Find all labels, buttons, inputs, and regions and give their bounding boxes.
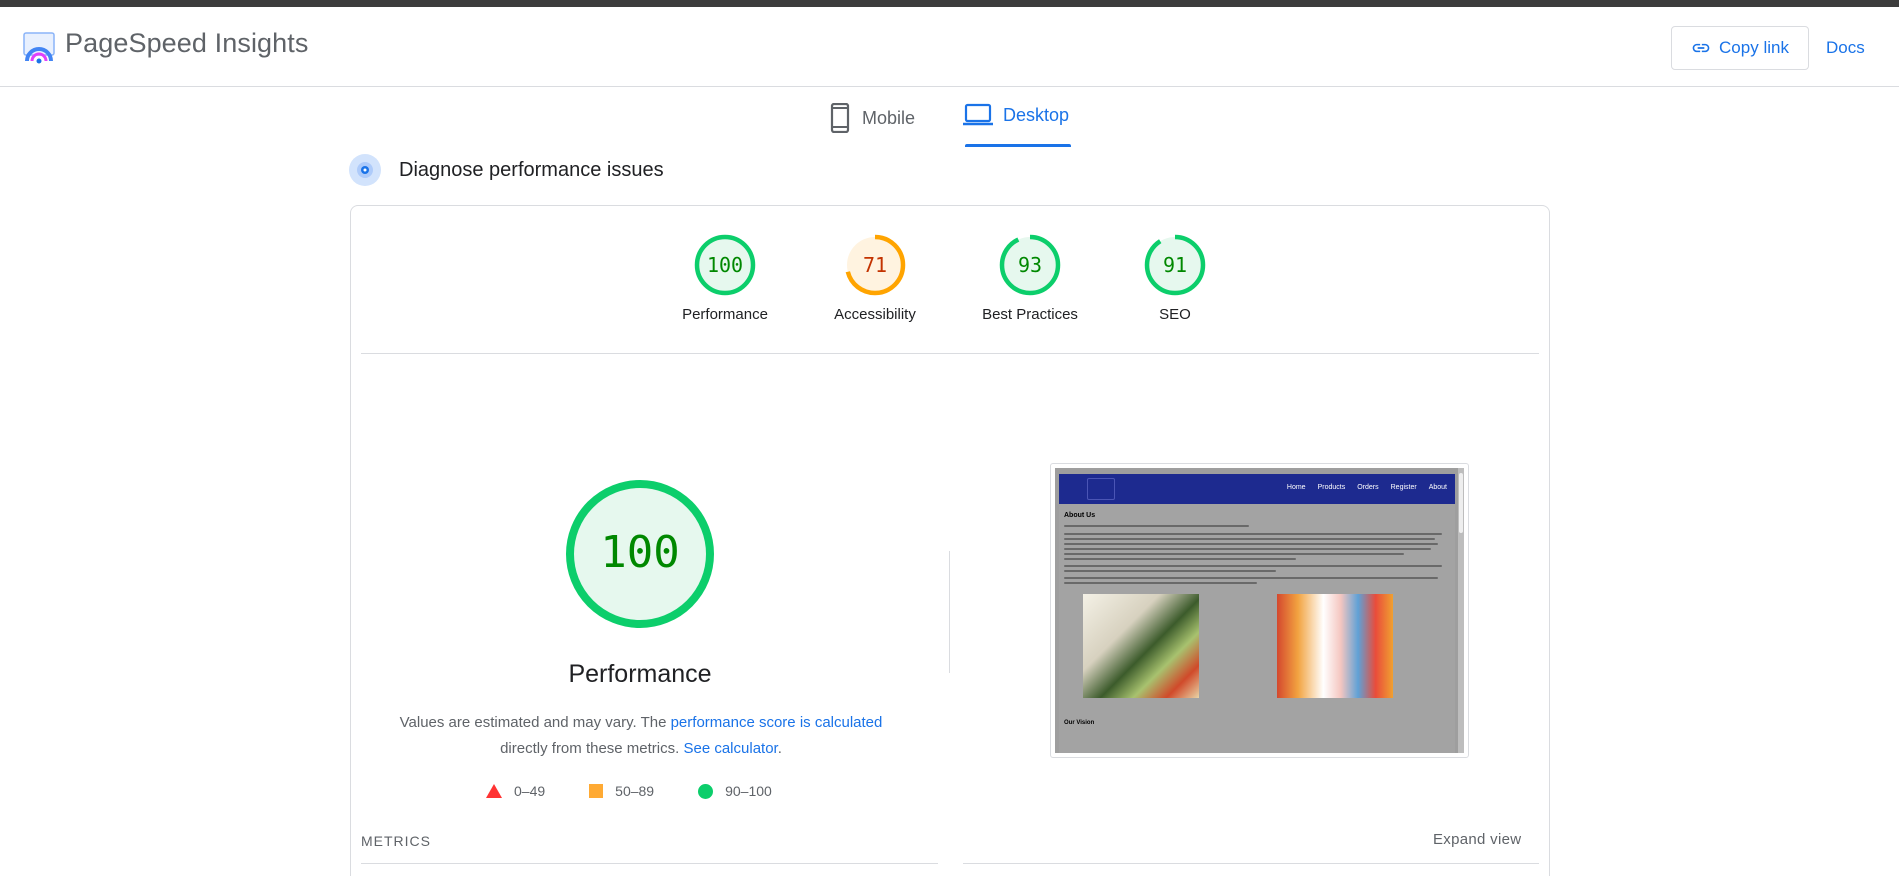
score-label: Best Practices [982,306,1078,323]
desc-text: directly from these metrics. [500,740,684,757]
score-label: Accessibility [834,306,916,323]
metrics-heading: METRICS [361,833,431,849]
score-value: 100 [707,253,743,277]
screenshot-subheading: Our Vision [1064,720,1095,726]
docs-link[interactable]: Docs [1826,38,1865,58]
screenshot-nav-link: Orders [1357,484,1379,491]
screenshot-nav-link: Home [1286,484,1306,491]
desc-text: . [777,740,782,757]
score-value: 71 [863,253,887,277]
gauges-divider [361,353,1539,354]
performance-score-link[interactable]: performance score is calculated [671,714,883,731]
legend-average: 50–89 [589,783,654,799]
tab-mobile-label: Mobile [862,107,916,128]
screenshot-body: About Us Our Vision [1059,504,1455,753]
legend-range: 50–89 [615,783,655,799]
score-gauge-accessibility[interactable]: 71 Accessibility [820,234,930,323]
score-gauge-best-practices[interactable]: 93 Best Practices [965,234,1095,323]
metrics-divider-left [361,863,938,864]
active-tab-indicator [965,144,1071,147]
copy-link-label: Copy link [1719,38,1789,57]
legend-range: 90–100 [725,783,772,799]
performance-big-gauge: 100 [566,480,714,628]
score-label: SEO [1159,306,1191,323]
diagnose-icon [349,154,381,186]
screenshot-nav-link: Products [1317,484,1346,491]
screenshot-navbar: Home Products Orders Register About [1059,474,1455,504]
pagespeed-logo-icon[interactable] [22,31,56,65]
legend-pass: 90–100 [698,783,772,799]
performance-title: Performance [568,660,712,688]
gauge-ring: 91 [1144,234,1206,296]
metrics-divider-right [963,863,1539,864]
score-value: 91 [1163,253,1187,277]
desc-text: Values are estimated and may vary. The [399,714,671,731]
page-screenshot-thumbnail[interactable]: Home Products Orders Register About Abou… [1050,463,1469,758]
copy-link-button[interactable]: Copy link [1671,26,1809,70]
screenshot-nav-link: Register [1390,484,1417,491]
score-gauge-performance[interactable]: 100 Performance [670,234,780,323]
screenshot-logo-icon [1087,478,1115,500]
legend-range: 0–49 [514,783,546,799]
score-value: 93 [1018,253,1042,277]
score-label: Performance [682,306,768,323]
performance-description: Values are estimated and may vary. The p… [391,710,891,762]
screenshot-scrollbar [1458,468,1464,753]
score-gauges: 100 Performance 71 Accessibility 93 Best… [351,234,1549,334]
browser-top-strip [0,0,1899,7]
smartphone-icon [830,103,850,133]
vertical-divider [949,551,950,673]
screenshot-text-lines [1064,525,1450,587]
triangle-icon [486,784,502,798]
score-legend: 0–49 50–89 90–100 [486,783,772,799]
screenshot-image-grocer [1083,594,1199,698]
gauge-ring: 71 [844,234,906,296]
app-header: PageSpeed Insights Copy link Docs [0,7,1899,87]
diagnose-section-header: Diagnose performance issues [349,154,664,186]
link-icon [1692,43,1710,53]
laptop-icon [963,103,993,126]
circle-icon [698,783,714,799]
screenshot-nav-link: About [1428,484,1447,491]
app-title: PageSpeed Insights [65,28,309,58]
report-card: 100 Performance 71 Accessibility 93 Best… [350,205,1550,876]
section-title: Diagnose performance issues [399,158,664,181]
gauge-ring: 100 [694,234,756,296]
gauge-ring: 93 [999,234,1061,296]
square-icon [589,784,604,798]
score-gauge-seo[interactable]: 91 SEO [1120,234,1230,323]
tab-mobile[interactable]: Mobile [828,103,915,133]
tab-desktop-label: Desktop [1003,104,1070,125]
device-tabs: Mobile Desktop [0,87,1899,149]
legend-fail: 0–49 [486,783,545,799]
screenshot-image-cart [1277,594,1393,698]
screenshot-nav-links: Home Products Orders Register About [1287,484,1447,491]
expand-view-button[interactable]: Expand view [1433,831,1521,848]
see-calculator-link[interactable]: See calculator [683,740,777,757]
screenshot-content: Home Products Orders Register About Abou… [1055,468,1464,753]
screenshot-heading: About Us [1064,512,1096,519]
performance-score-value: 100 [600,527,679,578]
tab-desktop[interactable]: Desktop [963,103,1069,127]
